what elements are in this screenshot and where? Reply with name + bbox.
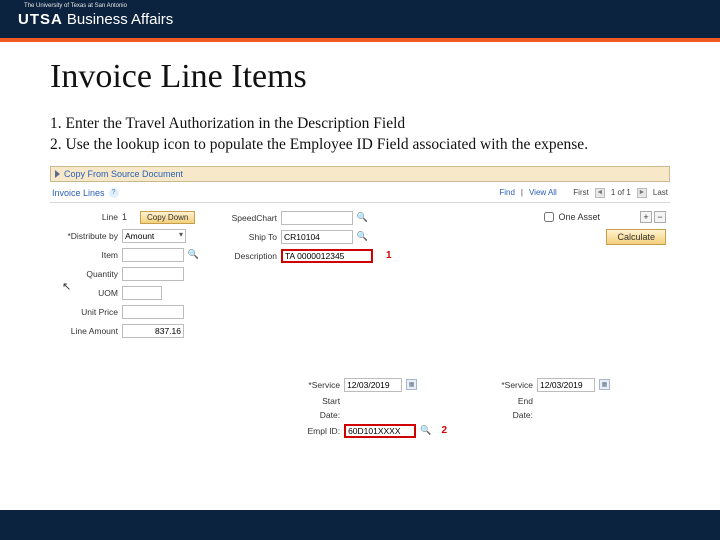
uom-input[interactable] (122, 286, 162, 300)
service-end-block: *Service ▦ End Date: (497, 378, 610, 438)
invoice-lines-title: Invoice Lines (52, 188, 105, 198)
find-link[interactable]: Find (499, 188, 515, 197)
line-label: Line (50, 212, 118, 222)
end-label: End (497, 396, 533, 406)
line-value: 1 (122, 212, 127, 222)
add-row-button[interactable]: + (640, 211, 652, 223)
prev-icon[interactable]: ◄ (595, 188, 605, 198)
invoice-lines-header: Invoice Lines ? Find | View All First ◄ … (50, 182, 670, 203)
one-asset-checkbox[interactable] (544, 212, 554, 222)
remove-row-button[interactable]: − (654, 211, 666, 223)
service-end-date-input[interactable] (537, 378, 595, 392)
ship-to-input[interactable] (281, 230, 353, 244)
view-all-link[interactable]: View All (529, 188, 557, 197)
item-label: Item (50, 250, 118, 260)
university-name: The University of Texas at San Antonio (24, 3, 127, 9)
dept-name: Business Affairs (67, 11, 173, 28)
calendar-icon[interactable]: ▦ (599, 379, 610, 390)
empl-id-label: Empl ID: (304, 426, 340, 436)
first-label: First (573, 188, 589, 197)
quantity-input[interactable] (122, 267, 184, 281)
line-amount-input[interactable] (122, 324, 184, 338)
speedchart-input[interactable] (281, 211, 353, 225)
last-label: Last (653, 188, 668, 197)
help-icon[interactable]: ? (109, 188, 119, 198)
ship-to-label: Ship To (219, 232, 277, 242)
line-amount-label: Line Amount (50, 326, 118, 336)
empl-id-input[interactable] (344, 424, 416, 438)
lookup-icon[interactable]: 🔍 (188, 249, 199, 260)
service-start-block: *Service ▦ Start Date: Empl ID: 🔍 2 (304, 378, 447, 438)
uom-label: UOM (50, 288, 118, 298)
one-asset-label: One Asset (558, 212, 600, 222)
speedchart-label: SpeedChart (219, 213, 277, 223)
service-start-date-input[interactable] (344, 378, 402, 392)
utsa-logo-text: UTSA (18, 11, 63, 28)
start-label: Start (304, 396, 340, 406)
date-label: Date: (304, 410, 340, 420)
callout-1: 1 (386, 250, 392, 261)
description-input[interactable] (281, 249, 373, 263)
calendar-icon[interactable]: ▦ (406, 379, 417, 390)
distribute-by-label: *Distribute by (50, 231, 118, 241)
position-label: 1 of 1 (611, 188, 631, 197)
lookup-icon[interactable]: 🔍 (357, 231, 368, 242)
description-label: Description (219, 251, 277, 261)
instructions: 1. Enter the Travel Authorization in the… (50, 114, 670, 156)
distribute-by-select[interactable]: Amount (122, 229, 186, 243)
next-icon[interactable]: ► (637, 188, 647, 198)
service-label: *Service (497, 380, 533, 390)
page-title: Invoice Line Items (50, 58, 670, 96)
copy-from-source-link[interactable]: Copy From Source Document (64, 169, 183, 179)
lookup-icon[interactable]: 🔍 (420, 425, 431, 436)
service-label: *Service (304, 380, 340, 390)
item-input[interactable] (122, 248, 184, 262)
expand-icon (55, 170, 60, 178)
copy-down-button[interactable]: Copy Down (140, 211, 195, 224)
instruction-1: 1. Enter the Travel Authorization in the… (50, 114, 670, 135)
record-nav: Find | View All First ◄ 1 of 1 ► Last (499, 188, 668, 198)
date-label: Date: (497, 410, 533, 420)
instruction-2: 2. Use the lookup icon to populate the E… (50, 135, 670, 156)
brand-header: The University of Texas at San Antonio U… (0, 0, 720, 38)
callout-2: 2 (441, 425, 447, 436)
quantity-label: Quantity (50, 269, 118, 279)
unit-price-label: Unit Price (50, 307, 118, 317)
app-screenshot: Copy From Source Document Invoice Lines … (50, 166, 670, 438)
lookup-icon[interactable]: 🔍 (357, 212, 368, 223)
copy-from-source-bar[interactable]: Copy From Source Document (50, 166, 670, 182)
footer-bar (0, 510, 720, 540)
unit-price-input[interactable] (122, 305, 184, 319)
calculate-button[interactable]: Calculate (606, 229, 666, 245)
